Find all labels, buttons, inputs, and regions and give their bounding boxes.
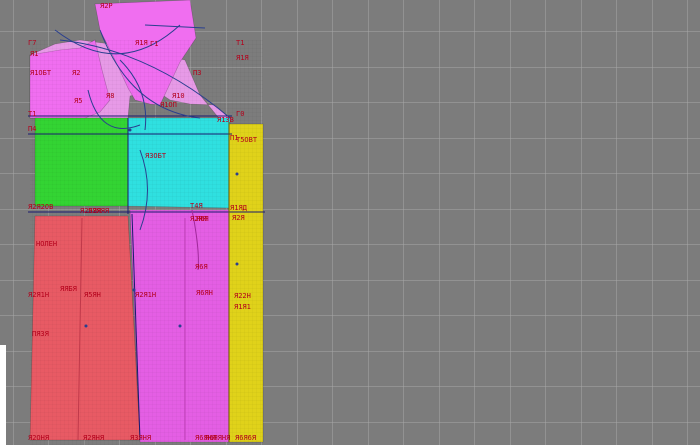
point-label: Т5ОВТ <box>236 136 258 144</box>
point-label: Г0 <box>236 110 244 118</box>
point-label: ЯЯБЯ <box>60 285 77 293</box>
point-label: ПЯ3Я <box>32 330 49 338</box>
pattern-canvas[interactable]: Я2Р Г7 Я1 Я1ОБТ Я2 Я5 Я8 Т1 П4 Г1 Я1Я П3 Я10 Я1ОП Г0 Я1… <box>0 0 700 445</box>
point-label: П4 <box>28 125 36 133</box>
canvas-edge-strip <box>0 345 6 445</box>
point-label: Я1ЯД <box>230 204 248 212</box>
point-label: Я1Я <box>236 54 249 62</box>
point-label: Я2Р <box>100 2 113 10</box>
point-label: Я6Я <box>196 215 209 223</box>
point-label: НОЛЕН <box>36 240 57 248</box>
point-label: Я1ОБТ <box>30 69 52 77</box>
point-label: Я8 <box>106 92 114 100</box>
point-label: Т1 <box>236 39 244 47</box>
point-label: Я1ЗВ <box>217 116 234 124</box>
point-label: Я10 <box>172 92 185 100</box>
point-label: Я2ОНЯ <box>28 434 49 442</box>
point-label: Я2Я <box>232 214 245 222</box>
point-label: Я2 <box>72 69 80 77</box>
point-label: Г1 <box>150 40 158 48</box>
point-label: Г7 <box>28 39 36 47</box>
point-label: Я2Я2ОВ <box>28 203 53 211</box>
point-label: Я6Я <box>195 263 208 271</box>
point-label: Я3ОБТ <box>145 152 167 160</box>
point-label: Я6ЯЯНЯ <box>205 434 230 442</box>
point-label: П3 <box>193 69 201 77</box>
point-label: Я6ЯН <box>196 289 213 297</box>
pattern-drawing[interactable]: Я2РГ7Я1Я1ОБТ Я2Я5Я8Т1П4Г1Я1ЯП3Я10Я1ОПГ0Я1… <box>0 0 700 445</box>
point-label: Я2Я1Н <box>28 291 49 299</box>
point-label: Я1Я <box>135 39 148 47</box>
point-label: Я3ЯНЯ <box>130 434 151 442</box>
point-label: Я5ЯН <box>84 291 101 299</box>
point-label: Я1Я1 <box>234 303 251 311</box>
point-label: Я2ЯЯЯ <box>88 207 109 215</box>
point-label: Т4Я <box>190 202 203 210</box>
point-label: Я2ЯНЯ <box>83 434 104 442</box>
point-label: Я22Н <box>234 292 251 300</box>
point-label: Я1ОП <box>160 101 177 109</box>
point-label: Я6Я6Я <box>235 434 256 442</box>
point-label: Я5 <box>74 97 82 105</box>
point-label: Я1 <box>30 50 38 58</box>
point-label: Т1 <box>28 110 36 118</box>
point-label: Я2Я1Н <box>135 291 156 299</box>
